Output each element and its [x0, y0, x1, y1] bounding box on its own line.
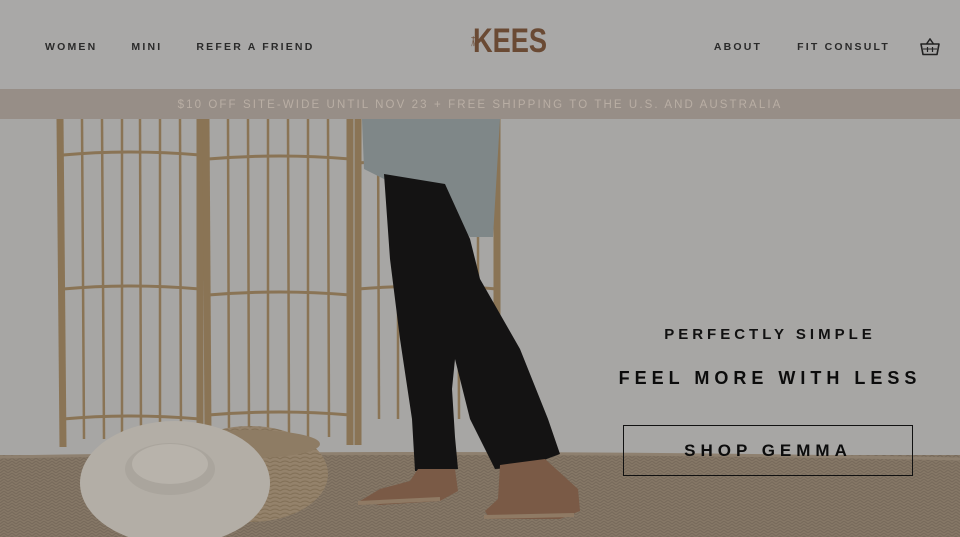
hero-eyebrow: PERFECTLY SIMPLE [664, 326, 876, 343]
nav-link-mini[interactable]: MINI [131, 41, 162, 53]
logo-wordmark: KEES [473, 22, 548, 60]
secondary-nav: ABOUT FIT CONSULT [679, 41, 890, 53]
nav-link-fit-consult[interactable]: FIT CONSULT [797, 41, 890, 53]
shopping-basket-icon [920, 37, 940, 56]
hero-banner: PERFECTLY SIMPLE FEEL MORE WITH LESS SHO… [0, 119, 960, 537]
promo-banner[interactable]: $10 OFF SITE-WIDE UNTIL NOV 23 + FREE SH… [0, 89, 960, 119]
cart-button[interactable] [920, 37, 940, 56]
shop-gemma-button[interactable]: SHOP GEMMA [623, 425, 913, 476]
promo-text: $10 OFF SITE-WIDE UNTIL NOV 23 + FREE SH… [177, 99, 783, 111]
nav-link-about[interactable]: ABOUT [714, 41, 762, 53]
nav-link-refer-a-friend[interactable]: REFER A FRIEND [196, 41, 314, 53]
nav-link-women[interactable]: WOMEN [45, 41, 97, 53]
primary-nav: WOMEN MINI REFER A FRIEND [45, 41, 349, 53]
brand-logo[interactable]: KEES [471, 20, 566, 62]
hero-headline: FEEL MORE WITH LESS [618, 368, 922, 388]
site-header: WOMEN MINI REFER A FRIEND KEES ABOUT FIT… [0, 0, 960, 89]
